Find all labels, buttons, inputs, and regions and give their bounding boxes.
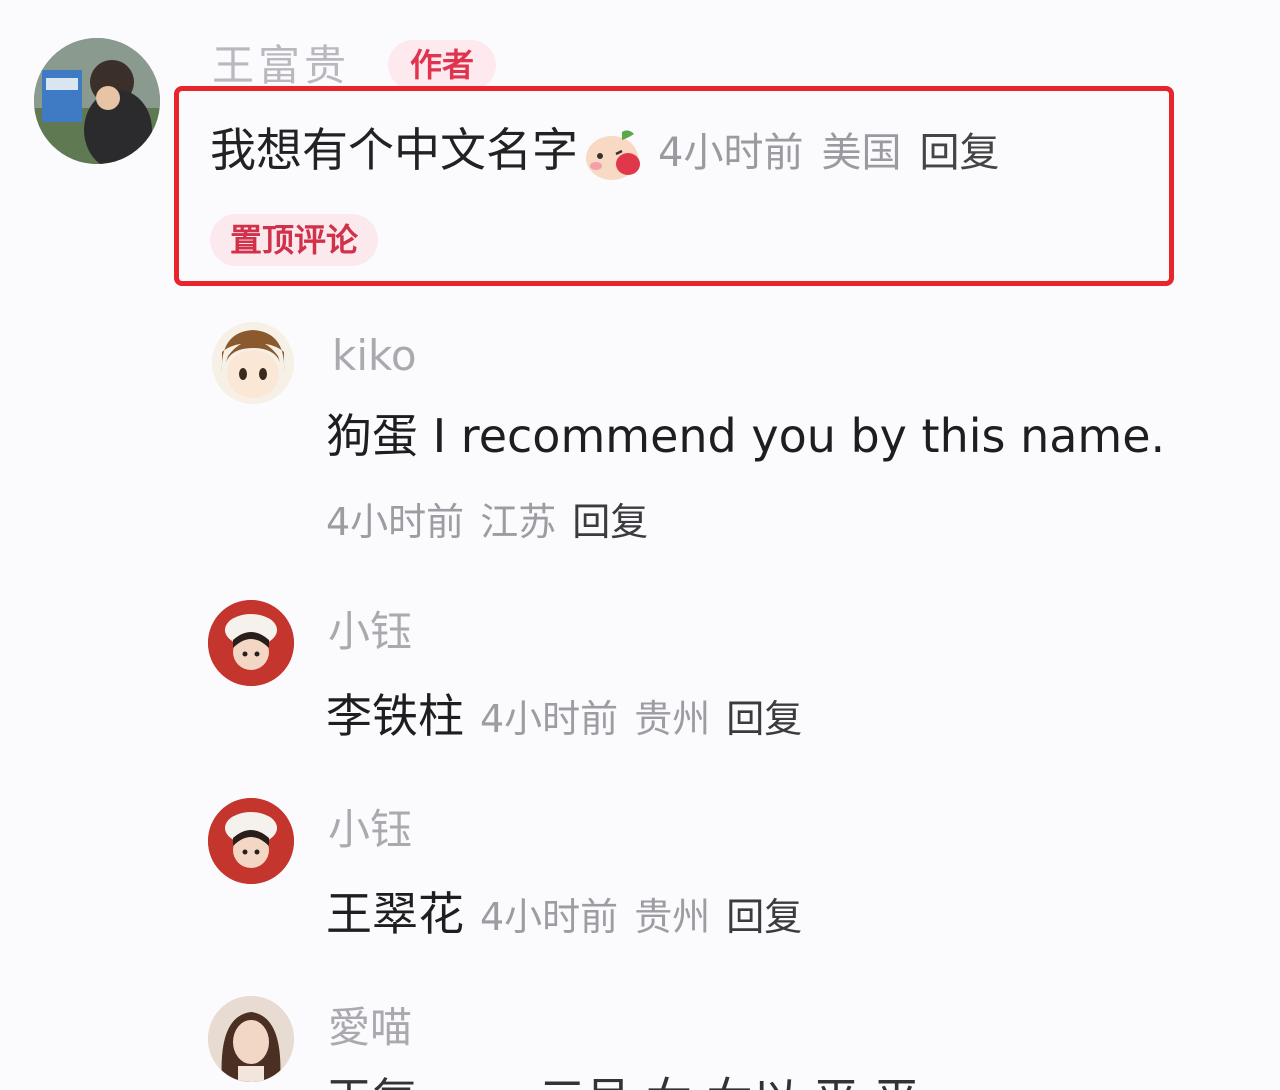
- reply-button[interactable]: 回复: [726, 697, 802, 741]
- main-comment-line: 我想有个中文名字 4小时前 美国 回复: [210, 122, 999, 182]
- main-comment-location: 美国: [821, 130, 902, 176]
- reply-button[interactable]: 回复: [572, 500, 648, 544]
- reply-avatar[interactable]: [208, 600, 294, 686]
- reply-location: 贵州: [634, 697, 711, 741]
- author-badge: 作者: [388, 40, 497, 90]
- main-comment-time: 4小时前: [658, 130, 804, 176]
- reply-text-clipped: 王复 …… 三号 女 女以 平 平: [326, 1074, 1046, 1090]
- reply-time: 4小时前: [326, 500, 465, 544]
- reply-button[interactable]: 回复: [726, 895, 802, 939]
- reply-author-name[interactable]: 小钰: [328, 606, 412, 658]
- pinned-comment-badge: 置顶评论: [210, 214, 379, 266]
- reply-location: 江苏: [480, 500, 557, 544]
- reply-text: 狗蛋 I recommend you by this name.: [326, 409, 1166, 463]
- reply-avatar[interactable]: [208, 996, 294, 1082]
- reply-author-name[interactable]: 小钰: [328, 804, 412, 856]
- main-comment-reply-button[interactable]: 回复: [919, 130, 999, 176]
- reply-author-name[interactable]: kiko: [332, 330, 417, 382]
- author-avatar[interactable]: [34, 38, 160, 164]
- reply-location: 贵州: [634, 895, 711, 939]
- reply-text: 李铁柱: [326, 689, 464, 743]
- reply-avatar[interactable]: [208, 798, 294, 884]
- reply-text: 王翠花: [326, 887, 464, 941]
- reply-text: 王复 …… 三号 女 女以 平 平: [326, 1074, 1046, 1090]
- reply-time: 4小时前: [480, 895, 619, 939]
- blushing-peach-icon: [582, 126, 644, 182]
- main-comment-text: 我想有个中文名字: [210, 123, 578, 177]
- reply-time: 4小时前: [480, 697, 619, 741]
- reply-author-name[interactable]: 愛喵: [328, 1002, 412, 1054]
- reply-content-line: 李铁柱 4小时前 贵州 回复: [326, 688, 802, 745]
- reply-meta: 4小时前 江苏 回复: [326, 496, 648, 548]
- reply-content-line: 王翠花 4小时前 贵州 回复: [326, 886, 802, 943]
- reply-avatar[interactable]: [212, 322, 294, 404]
